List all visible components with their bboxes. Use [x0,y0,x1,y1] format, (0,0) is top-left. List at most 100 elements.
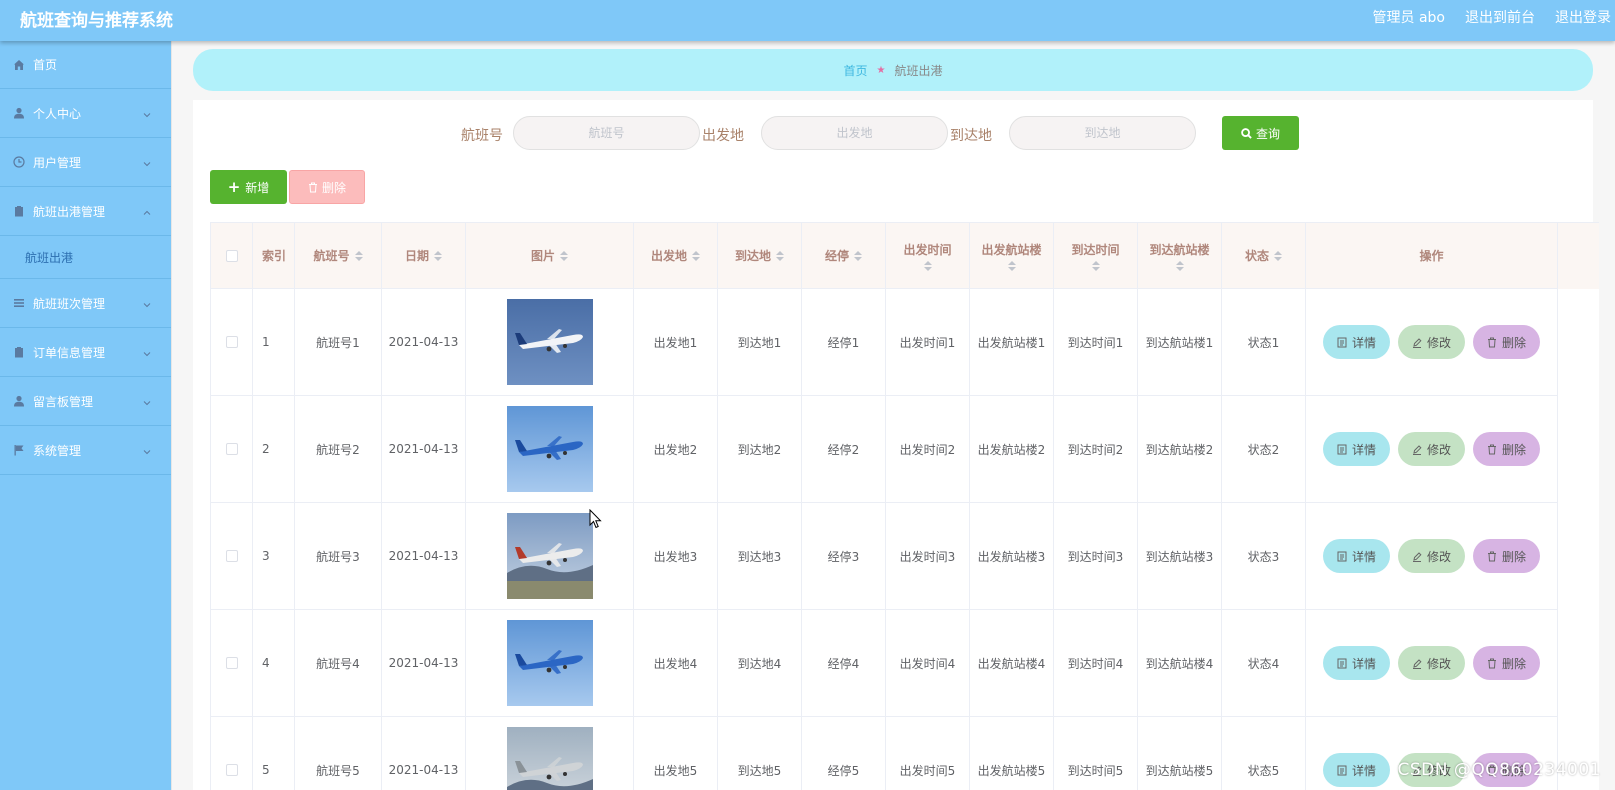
col-status[interactable]: 状态 [1222,223,1306,289]
row-checkbox[interactable] [225,764,238,776]
delete-button[interactable]: 删除 [1473,646,1540,680]
arrival-input[interactable] [1009,116,1196,150]
sort-icon[interactable] [560,250,568,261]
row-checkbox[interactable] [225,443,238,455]
departure-input[interactable] [761,116,948,150]
sidebar-item-label: 留言板管理 [33,394,94,409]
app-title: 航班查询与推荐系统 [20,11,173,31]
cell-arrival-terminal: 到达航站楼3 [1138,503,1222,610]
row-checkbox[interactable] [225,657,238,669]
cell-status: 状态3 [1222,503,1306,610]
sidebar-item-schedule-management[interactable]: 航班班次管理 [0,279,171,328]
sidebar-item-users[interactable]: 用户管理 [0,138,171,187]
delete-button[interactable]: 删除 [1473,325,1540,359]
sort-icon[interactable] [854,250,862,261]
cell-departure-terminal: 出发航站楼2 [970,396,1054,503]
table-header: 索引 航班号 日期 图片 出发地 到达地 经停 出发时间 出发航站楼 到达时间 … [211,223,1599,289]
detail-button[interactable]: 详情 [1323,646,1390,680]
edit-button[interactable]: 修改 [1398,539,1465,573]
col-date[interactable]: 日期 [382,223,466,289]
col-flight-number[interactable]: 航班号 [295,223,382,289]
cell-arrival-terminal: 到达航站楼1 [1138,289,1222,396]
sidebar-item-system[interactable]: 系统管理 [0,426,171,475]
sidebar-subitem-departures[interactable]: 航班出港 [0,236,171,279]
chevron-down-icon [143,298,151,308]
row-checkbox[interactable] [225,336,238,348]
cell-image [466,717,634,790]
detail-button[interactable]: 详情 [1323,539,1390,573]
cell-stop: 经停3 [802,503,886,610]
col-arrival-terminal[interactable]: 到达航站楼 [1138,223,1222,289]
exit-to-front-link[interactable]: 退出到前台 [1465,7,1535,27]
cell-image [466,503,634,610]
breadcrumb-home-link[interactable]: 首页 [844,62,868,79]
col-arrival-time[interactable]: 到达时间 [1054,223,1138,289]
sort-icon[interactable] [692,250,700,261]
cell-stop: 经停4 [802,610,886,717]
add-button[interactable]: + 新增 [210,170,287,204]
cell-flight-number: 航班号5 [295,717,382,790]
row-checkbox[interactable] [225,550,238,562]
edit-button[interactable]: 修改 [1398,646,1465,680]
sidebar-item-orders[interactable]: 订单信息管理 [0,328,171,377]
edit-icon [1412,551,1422,562]
departure-label: 出发地 [702,128,744,144]
table-row: 3 航班号3 2021-04-13 出发地3 到达地3 经停3 出发时间3 出发航站楼3 到达时… [211,503,1599,610]
home-icon [12,58,25,71]
delete-button[interactable]: 删除 [1473,539,1540,573]
col-stop[interactable]: 经停 [802,223,886,289]
mouse-cursor-icon [589,509,602,529]
query-button[interactable]: 查询 [1222,116,1299,150]
sort-icon[interactable] [1091,260,1100,271]
cell-date: 2021-04-13 [382,717,466,790]
cell-flight-number: 航班号3 [295,503,382,610]
col-to[interactable]: 到达地 [718,223,802,289]
select-all-cell [211,223,253,289]
sidebar-item-departure-management[interactable]: 航班出港管理 [0,187,171,236]
sort-icon[interactable] [923,260,932,271]
cell-image [466,289,634,396]
col-image[interactable]: 图片 [466,223,634,289]
cell-date: 2021-04-13 [382,396,466,503]
cell-arrival-time: 到达时间5 [1054,717,1138,790]
col-departure-time[interactable]: 出发时间 [886,223,970,289]
sidebar-item-profile[interactable]: 个人中心 [0,89,171,138]
airplane-thumbnail [506,406,593,492]
cell-from: 出发地5 [634,717,718,790]
airplane-thumbnail [506,727,593,790]
add-button-label: 新增 [245,180,270,195]
document-icon [1337,444,1347,454]
cell-status: 状态4 [1222,610,1306,717]
sort-icon[interactable] [1175,260,1184,271]
batch-delete-button[interactable]: 删除 [289,170,365,204]
col-departure-terminal[interactable]: 出发航站楼 [970,223,1054,289]
sidebar-item-home[interactable]: 首页 [0,41,171,89]
delete-button[interactable]: 删除 [1473,432,1540,466]
trash-icon [1487,658,1496,668]
user-icon [12,395,25,408]
sort-icon[interactable] [1007,260,1016,271]
detail-button[interactable]: 详情 [1323,753,1390,787]
flight-number-input[interactable] [513,116,700,150]
edit-button[interactable]: 修改 [1398,432,1465,466]
sort-icon[interactable] [1274,250,1282,261]
arrival-label: 到达地 [950,128,992,144]
sidebar-item-messages[interactable]: 留言板管理 [0,377,171,426]
row-select-cell [211,717,253,790]
sort-icon[interactable] [776,250,784,261]
select-all-checkbox[interactable] [225,249,238,262]
edit-button[interactable]: 修改 [1398,325,1465,359]
logout-link[interactable]: 退出登录 [1555,7,1611,27]
col-from[interactable]: 出发地 [634,223,718,289]
sort-icon[interactable] [434,250,442,261]
sort-icon[interactable] [354,250,363,261]
cell-departure-terminal: 出发航站楼5 [970,717,1054,790]
table-row: 4 航班号4 2021-04-13 出发地4 到达地4 经停4 出发时间4 出发航站楼4 到达时… [211,610,1599,717]
table-row: 2 航班号2 2021-04-13 出发地2 到达地2 经停2 出发时间2 出发航站楼2 到达时… [211,396,1599,503]
cell-stop: 经停1 [802,289,886,396]
row-select-cell [211,610,253,717]
airplane-thumbnail [506,299,593,385]
cell-image [466,396,634,503]
detail-button[interactable]: 详情 [1323,432,1390,466]
detail-button[interactable]: 详情 [1323,325,1390,359]
